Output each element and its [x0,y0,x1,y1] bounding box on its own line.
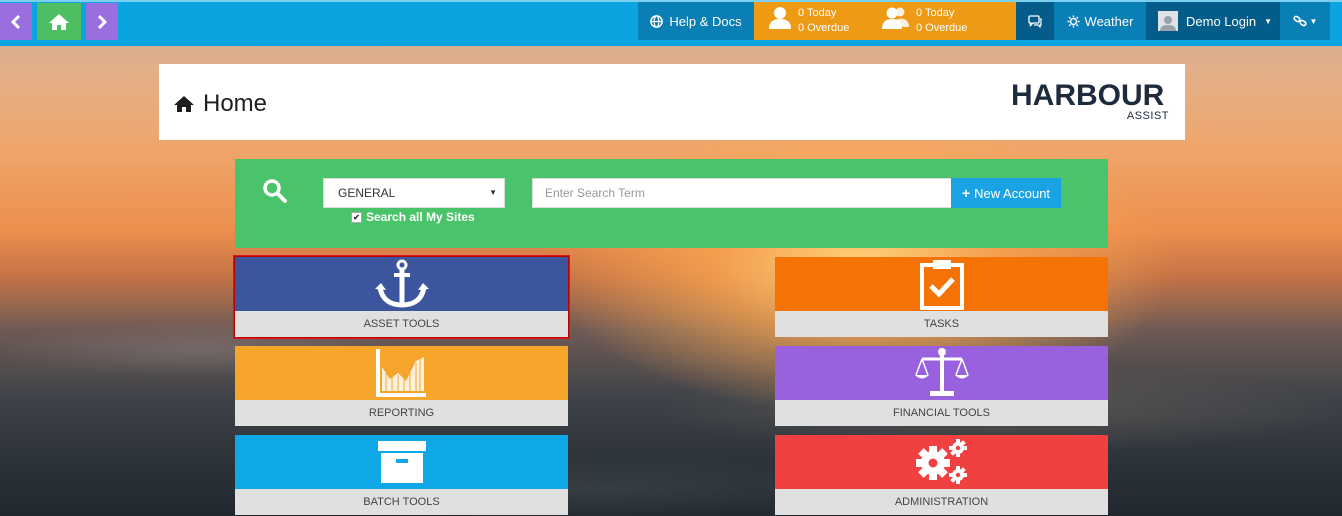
tile-administration-top [775,435,1108,489]
tile-batch-tools[interactable]: BATCH TOOLS [235,435,568,515]
search-icon [263,179,287,203]
caret-down-icon: ▼ [1264,16,1273,26]
plus-icon: + [961,185,971,201]
weather-label: Weather [1084,13,1134,29]
back-button[interactable] [0,3,32,40]
globe-icon [650,14,664,28]
chevron-left-icon [10,14,21,29]
home-button[interactable] [37,3,81,40]
user-silhouette-icon [1160,16,1176,31]
dropdown-arrow-icon: ▼ [489,188,497,197]
sun-icon [1067,14,1080,28]
search-placeholder: Enter Search Term [545,186,645,200]
new-account-label: New Account [974,185,1051,201]
link-icon [1292,15,1307,27]
search-input[interactable]: Enter Search Term [532,178,952,208]
tile-administration-label: ADMINISTRATION [775,489,1108,515]
avatar [1158,11,1178,31]
messages-button[interactable] [1016,2,1054,40]
tile-asset-tools-top [235,257,568,311]
tile-tasks[interactable]: TASKS [775,257,1108,337]
harbour-assist-logo: HARBOUR ASSIST [1011,79,1169,123]
forward-button[interactable] [86,3,118,40]
team-tasks-overdue: 0 Overdue [916,22,968,34]
tile-reporting-label: REPORTING [235,400,568,426]
tile-tasks-label: TASKS [775,311,1108,337]
new-account-button[interactable]: + New Account [951,178,1061,208]
tile-asset-tools[interactable]: ASSET TOOLS [234,256,569,338]
balance-scale-icon [914,348,969,396]
background-photo [0,290,1342,516]
reminders-bar: 0 Today 0 Overdue 0 Today 0 Overdue [754,2,1016,40]
my-tasks-overdue: 0 Overdue [798,22,850,34]
caret-down-icon: ▼ [1309,16,1318,26]
page-title-text: Home [203,90,268,117]
tile-financial-tools-top [775,346,1108,400]
links-menu[interactable]: ▼ [1280,2,1330,40]
team-tasks-summary[interactable]: 0 Today 0 Overdue [882,6,967,36]
top-navbar: Help & Docs 0 Today 0 Overdue 0 Today 0 … [0,0,1342,46]
clipboard-check-icon [919,260,964,310]
tile-administration[interactable]: ADMINISTRATION [775,435,1108,515]
area-chart-icon [375,349,426,397]
archive-box-icon [377,441,426,483]
logo-word: HARBOUR [1011,79,1165,112]
user-menu[interactable]: Demo Login ▼ [1146,2,1280,40]
tile-reporting[interactable]: REPORTING [235,346,568,426]
tile-batch-tools-label: BATCH TOOLS [235,489,568,515]
help-docs-label: Help & Docs [669,13,742,29]
tile-tasks-top [775,257,1108,311]
page-title: Home [173,90,267,118]
tile-financial-tools-label: FINANCIAL TOOLS [775,400,1108,426]
search-category-select[interactable]: GENERAL ▼ [323,178,505,208]
my-tasks-today: 0 Today [798,7,837,19]
user-name: Demo Login [1186,13,1257,29]
checkbox-checked-icon: ✔ [351,211,362,223]
search-category-value: GENERAL [338,186,396,200]
tile-reporting-top [235,346,568,400]
page-header: Home HARBOUR ASSIST [159,64,1185,140]
home-icon [49,13,69,30]
anchor-icon [374,259,429,308]
logo-sub: ASSIST [1126,110,1169,122]
help-docs-button[interactable]: Help & Docs [638,2,754,40]
search-all-sites-label: Search all My Sites [366,210,475,224]
gears-icon [915,439,967,484]
my-tasks-summary[interactable]: 0 Today 0 Overdue [768,6,849,36]
tile-batch-tools-top [235,435,568,489]
tile-asset-tools-label: ASSET TOOLS [235,311,568,337]
team-tasks-today: 0 Today [916,7,955,19]
home-icon [174,96,194,112]
comments-icon [1028,14,1042,28]
weather-button[interactable]: Weather [1054,2,1146,40]
users-icon [882,7,909,29]
chevron-right-icon [97,14,108,29]
tile-financial-tools[interactable]: FINANCIAL TOOLS [775,346,1108,426]
search-panel: GENERAL ▼ ✔ Search all My Sites Enter Se… [235,159,1108,248]
search-all-sites-checkbox[interactable]: ✔ Search all My Sites [351,210,475,224]
user-icon [769,7,791,29]
